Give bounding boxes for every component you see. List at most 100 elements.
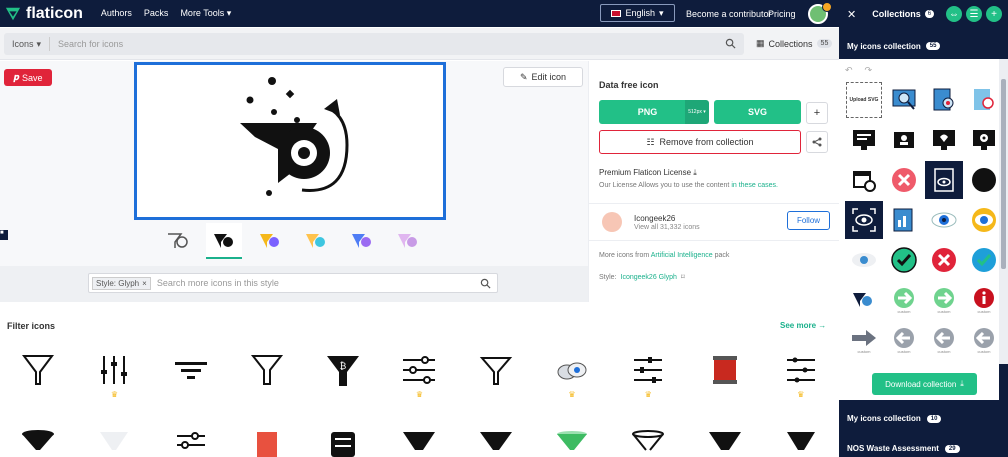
style-search-input[interactable]: Style: Glyph × Search more icons in this … xyxy=(88,273,498,293)
see-more-link[interactable]: See more → xyxy=(780,321,826,330)
icon-result[interactable]: ♛ xyxy=(610,352,686,400)
collection-entry[interactable]: My icons collection 10 xyxy=(847,414,942,423)
upload-svg-button[interactable]: Upload SVG xyxy=(845,81,883,119)
redo-icon[interactable]: ↷ xyxy=(865,65,873,76)
svg-download-button[interactable]: SVG xyxy=(714,100,801,124)
variant-glyph-selected[interactable] xyxy=(206,223,242,259)
variant-gradient[interactable] xyxy=(298,223,334,259)
collection-item[interactable] xyxy=(885,121,923,159)
collection-item[interactable]: custom xyxy=(965,281,999,319)
license-cases-link[interactable]: in these cases. xyxy=(731,182,778,189)
icon-result[interactable] xyxy=(763,428,839,457)
icon-result[interactable] xyxy=(153,352,229,400)
pinterest-save-button[interactable]: 𝒑 Save xyxy=(4,69,52,86)
collection-item[interactable] xyxy=(845,281,883,319)
close-icon[interactable]: ✕ xyxy=(847,8,856,21)
collection-item[interactable]: custom xyxy=(845,321,883,359)
style-link[interactable]: Icongeek26 Glyph xyxy=(621,274,677,281)
icon-result[interactable] xyxy=(534,428,610,457)
pack-link[interactable]: Artificial Intelligence xyxy=(651,252,713,259)
download-collection-button[interactable]: Download collection ⤓ xyxy=(872,373,977,395)
collection-item[interactable] xyxy=(845,161,883,199)
author-name[interactable]: Icongeek26 xyxy=(634,214,675,223)
style-filter-chip[interactable]: Style: Glyph × xyxy=(92,276,151,290)
collection-item[interactable] xyxy=(965,161,999,199)
collection-entry[interactable]: NOS Waste Assessment 29 xyxy=(847,444,960,453)
collection-item[interactable] xyxy=(925,81,963,119)
add-collection-icon[interactable]: + xyxy=(986,6,1002,22)
pricing-link[interactable]: Pricing xyxy=(768,9,796,19)
png-download-button[interactable]: PNG xyxy=(599,100,696,124)
edit-icon-button[interactable]: ✎ Edit icon xyxy=(503,67,583,87)
search-type-select[interactable]: Icons ▾ xyxy=(4,37,51,51)
collection-item[interactable] xyxy=(925,201,963,239)
nav-packs[interactable]: Packs xyxy=(144,8,169,19)
collection-item[interactable] xyxy=(965,121,999,159)
collection-item[interactable] xyxy=(885,201,923,239)
png-size-select[interactable]: 512px ▾ xyxy=(685,100,709,124)
variant-flat[interactable] xyxy=(344,223,380,259)
close-icon[interactable]: × xyxy=(142,279,147,288)
collection-item[interactable] xyxy=(925,121,963,159)
variant-color[interactable] xyxy=(252,223,288,259)
my-collection-header[interactable]: My icons collection 55 xyxy=(839,35,1008,57)
collection-item[interactable]: custom xyxy=(925,281,963,319)
icon-result[interactable] xyxy=(458,428,534,457)
become-contributor-link[interactable]: Become a contributor xyxy=(686,9,772,19)
icon-result[interactable] xyxy=(76,428,152,457)
icon-result[interactable] xyxy=(153,428,229,457)
collection-item[interactable]: custom xyxy=(965,321,999,359)
icon-result[interactable] xyxy=(686,352,762,400)
icon-result[interactable] xyxy=(229,352,305,400)
collection-item[interactable] xyxy=(965,81,999,119)
icon-result[interactable] xyxy=(610,428,686,457)
icon-result[interactable]: ♛ xyxy=(534,352,610,400)
collection-item[interactable] xyxy=(965,241,999,279)
nav-authors[interactable]: Authors xyxy=(101,8,132,19)
nav-more-tools[interactable]: More Tools ▾ xyxy=(180,8,231,19)
language-selector[interactable]: English ▾ xyxy=(600,4,675,22)
icon-result[interactable] xyxy=(0,428,76,457)
remove-from-collection-button[interactable]: ☷ Remove from collection xyxy=(599,130,801,154)
icon-result[interactable] xyxy=(229,428,305,457)
follow-button[interactable]: Follow xyxy=(787,211,830,230)
collection-item[interactable] xyxy=(885,241,923,279)
collection-item[interactable] xyxy=(965,201,999,239)
flaticon-logo[interactable]: flaticon xyxy=(4,5,83,23)
bookmark-icon[interactable]: ⌑ xyxy=(681,273,685,281)
collection-item[interactable]: custom xyxy=(925,321,963,359)
collection-item[interactable] xyxy=(845,121,883,159)
list-icon[interactable]: ☰ xyxy=(966,6,982,22)
share-button[interactable] xyxy=(806,131,828,153)
collection-scrollbar[interactable] xyxy=(999,59,1008,364)
icon-result[interactable] xyxy=(686,428,762,457)
search-icon[interactable] xyxy=(480,278,491,289)
variant-lineal[interactable] xyxy=(160,223,196,259)
more-formats-button[interactable]: + xyxy=(806,102,828,124)
collection-item[interactable] xyxy=(845,241,883,279)
search-icon[interactable] xyxy=(725,38,736,49)
icon-result[interactable]: ₿ xyxy=(305,352,381,400)
search-input[interactable]: Icons ▾ Search for icons xyxy=(4,33,744,55)
collection-item[interactable]: custom xyxy=(885,281,923,319)
variant-pastel[interactable] xyxy=(390,223,426,259)
author-avatar[interactable] xyxy=(602,212,622,232)
expand-icon[interactable]: ⇔ xyxy=(946,6,962,22)
scrollbar-thumb[interactable] xyxy=(1001,79,1006,269)
collection-item[interactable] xyxy=(885,161,923,199)
icon-result[interactable] xyxy=(305,428,381,457)
icon-result[interactable]: ♛ xyxy=(76,352,152,400)
collection-item[interactable]: custom xyxy=(885,321,923,359)
icon-result[interactable] xyxy=(381,428,457,457)
collection-item[interactable] xyxy=(925,241,963,279)
undo-icon[interactable]: ↶ xyxy=(845,65,853,76)
icon-result[interactable] xyxy=(0,352,76,400)
collection-item-selected[interactable] xyxy=(925,161,963,199)
collection-item[interactable] xyxy=(885,81,923,119)
icon-result[interactable]: ♛ xyxy=(381,352,457,400)
icon-result[interactable] xyxy=(458,352,534,400)
author-view-all[interactable]: View all 31,332 icons xyxy=(634,224,700,231)
icon-result[interactable]: ♛ xyxy=(763,352,839,400)
collection-item-selected[interactable] xyxy=(845,201,883,239)
collections-button[interactable]: ▦ Collections 55 xyxy=(756,38,833,49)
